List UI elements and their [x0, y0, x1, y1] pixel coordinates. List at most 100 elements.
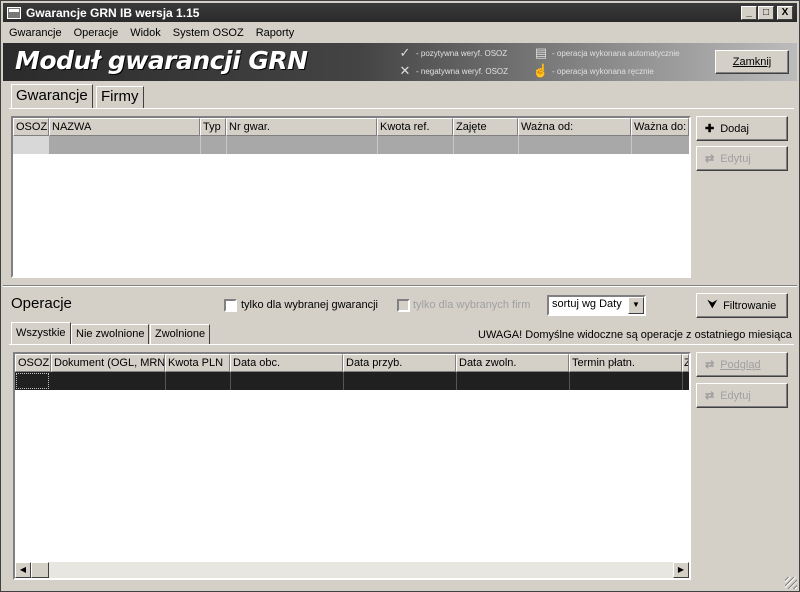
cell-divider — [200, 136, 201, 154]
tab-gwarancje[interactable]: Gwarancje — [11, 84, 93, 108]
only-selected-guarantee-label: tylko dla wybranej gwarancji — [241, 299, 378, 311]
filter-down-icon: ⮟ — [707, 299, 718, 311]
app-window: Gwarancje GRN IB wersja 1.15 _ □ X Gwara… — [0, 0, 800, 592]
cell-divider — [569, 372, 570, 390]
app-icon — [7, 6, 21, 19]
maximize-button[interactable]: □ — [758, 6, 774, 20]
legend-negative-label: - negatywna weryf. OSOZ — [416, 66, 509, 76]
col-zajete[interactable]: Zajęte — [453, 118, 518, 136]
operations-grid[interactable]: OSOZ Dokument (OGL, MRN... Kwota PLN Dat… — [13, 352, 691, 580]
edit-guarantee-button[interactable]: ⇄ Edytuj — [696, 146, 788, 171]
notice-text: UWAGA! Domyślne widoczne są operacje z o… — [478, 329, 792, 341]
cell-divider — [631, 136, 632, 154]
col-wazna-od[interactable]: Ważna od: — [518, 118, 631, 136]
add-button[interactable]: ✚ Dodaj — [696, 116, 788, 141]
menu-system-osoz[interactable]: System OSOZ — [167, 27, 250, 39]
resize-grip[interactable] — [785, 577, 797, 589]
col-kwota-pln[interactable]: Kwota PLN — [165, 354, 230, 372]
close-button-label: Zamknij — [732, 56, 772, 68]
cell-divider — [453, 136, 454, 154]
cell-divider — [230, 372, 231, 390]
col-z[interactable]: Z — [682, 354, 689, 372]
edit-guarantee-label: Edytuj — [720, 152, 751, 165]
tab-nie-zwolnione[interactable]: Nie zwolnione — [71, 324, 150, 344]
cell-divider — [456, 372, 457, 390]
scroll-left-icon[interactable]: ◀ — [15, 562, 31, 578]
legend-automatic: ▤ - operacja wykonana automatycznie — [533, 45, 680, 61]
section-divider — [3, 285, 797, 287]
col-osoz[interactable]: OSOZ — [13, 118, 49, 136]
col-kwota-ref[interactable]: Kwota ref. — [377, 118, 453, 136]
cross-icon: ✕ — [399, 63, 411, 78]
legend-manual: ☝ - operacja wykonana ręcznie — [533, 63, 654, 79]
legend-positive-label: - pozytywna weryf. OSOZ — [416, 48, 508, 58]
menu-raporty[interactable]: Raporty — [250, 27, 301, 39]
focus-cell — [16, 373, 49, 389]
col-data-zwoln[interactable]: Data zwoln. — [456, 354, 569, 372]
window-title: Gwarancje GRN IB wersja 1.15 — [26, 5, 200, 20]
filter-button[interactable]: ⮟ Filtrowanie — [696, 293, 788, 318]
guarantees-grid[interactable]: OSOZ NAZWA Typ Nr gwar. Kwota ref. Zajęt… — [11, 116, 691, 278]
plus-icon: ✚ — [705, 123, 715, 135]
edit-operation-button[interactable]: ⇄ Edytuj — [696, 383, 788, 408]
cell-divider — [165, 372, 166, 390]
minimize-button[interactable]: _ — [741, 6, 757, 20]
header-banner: Moduł gwarancji GRN ✓ - pozytywna weryf.… — [3, 43, 797, 81]
col-termin-platn[interactable]: Termin płatn. — [569, 354, 682, 372]
only-selected-guarantee-checkbox[interactable] — [224, 299, 237, 312]
col-dokument[interactable]: Dokument (OGL, MRN... — [51, 354, 165, 372]
checkmark-icon: ✓ — [399, 45, 411, 60]
scroll-right-icon[interactable]: ▶ — [673, 562, 689, 578]
edit-arrows-icon: ⇄ — [705, 359, 715, 371]
col-nazwa[interactable]: NAZWA — [49, 118, 200, 136]
filter-button-label: Filtrowanie — [723, 299, 777, 312]
only-selected-firms-label: tylko dla wybranych firm — [413, 299, 531, 311]
table-row[interactable] — [13, 136, 689, 154]
document-icon: ▤ — [534, 45, 548, 60]
hand-icon: ☝ — [532, 63, 550, 78]
horizontal-scrollbar[interactable]: ◀ ▶ — [15, 562, 689, 578]
preview-button[interactable]: ⇄ Podgląd — [696, 352, 788, 377]
scroll-thumb[interactable] — [31, 562, 49, 578]
col-wazna-do[interactable]: Ważna do: — [631, 118, 689, 136]
module-title: Moduł gwarancji GRN — [15, 46, 308, 75]
table-row[interactable] — [15, 372, 689, 390]
col-data-obc[interactable]: Data obc. — [230, 354, 343, 372]
edit-operation-label: Edytuj — [720, 389, 751, 402]
col-osoz[interactable]: OSOZ — [15, 354, 51, 372]
operations-title: Operacje — [11, 295, 72, 312]
tab-zwolnione[interactable]: Zwolnione — [150, 324, 211, 344]
menu-widok[interactable]: Widok — [124, 27, 167, 39]
menu-gwarancje[interactable]: Gwarancje — [3, 27, 68, 39]
legend-negative: ✕ - negatywna weryf. OSOZ — [397, 63, 508, 79]
chevron-down-icon[interactable]: ▼ — [628, 297, 644, 314]
close-button[interactable]: Zamknij — [715, 50, 789, 74]
cell-divider — [226, 136, 227, 154]
only-selected-firms-checkbox[interactable] — [397, 299, 410, 312]
menu-bar: Gwarancje Operacje Widok System OSOZ Rap… — [3, 23, 300, 43]
cell-divider — [682, 372, 683, 390]
tab-line — [9, 108, 794, 109]
legend-automatic-label: - operacja wykonana automatycznie — [552, 48, 680, 58]
tab-firmy[interactable]: Firmy — [96, 86, 144, 108]
sort-select-value: sortuj wg Daty — [552, 298, 622, 310]
ops-tab-line — [9, 344, 794, 345]
legend-manual-label: - operacja wykonana ręcznie — [552, 66, 654, 76]
menu-operacje[interactable]: Operacje — [68, 27, 125, 39]
col-typ[interactable]: Typ — [200, 118, 226, 136]
row-indicator — [13, 136, 49, 154]
sort-select[interactable]: sortuj wg Daty ▼ — [547, 295, 646, 316]
cell-divider — [377, 136, 378, 154]
title-bar: Gwarancje GRN IB wersja 1.15 _ □ X — [3, 3, 797, 22]
cell-divider — [343, 372, 344, 390]
add-button-label: Dodaj — [720, 122, 749, 135]
close-window-button[interactable]: X — [777, 6, 793, 20]
tab-wszystkie[interactable]: Wszystkie — [11, 322, 71, 344]
preview-button-label: Podgląd — [720, 358, 761, 371]
legend-positive: ✓ - pozytywna weryf. OSOZ — [397, 45, 508, 61]
edit-arrows-icon: ⇄ — [705, 153, 715, 165]
cell-divider — [518, 136, 519, 154]
edit-arrows-icon: ⇄ — [705, 390, 715, 402]
col-nr-gwar[interactable]: Nr gwar. — [226, 118, 377, 136]
col-data-przyb[interactable]: Data przyb. — [343, 354, 456, 372]
